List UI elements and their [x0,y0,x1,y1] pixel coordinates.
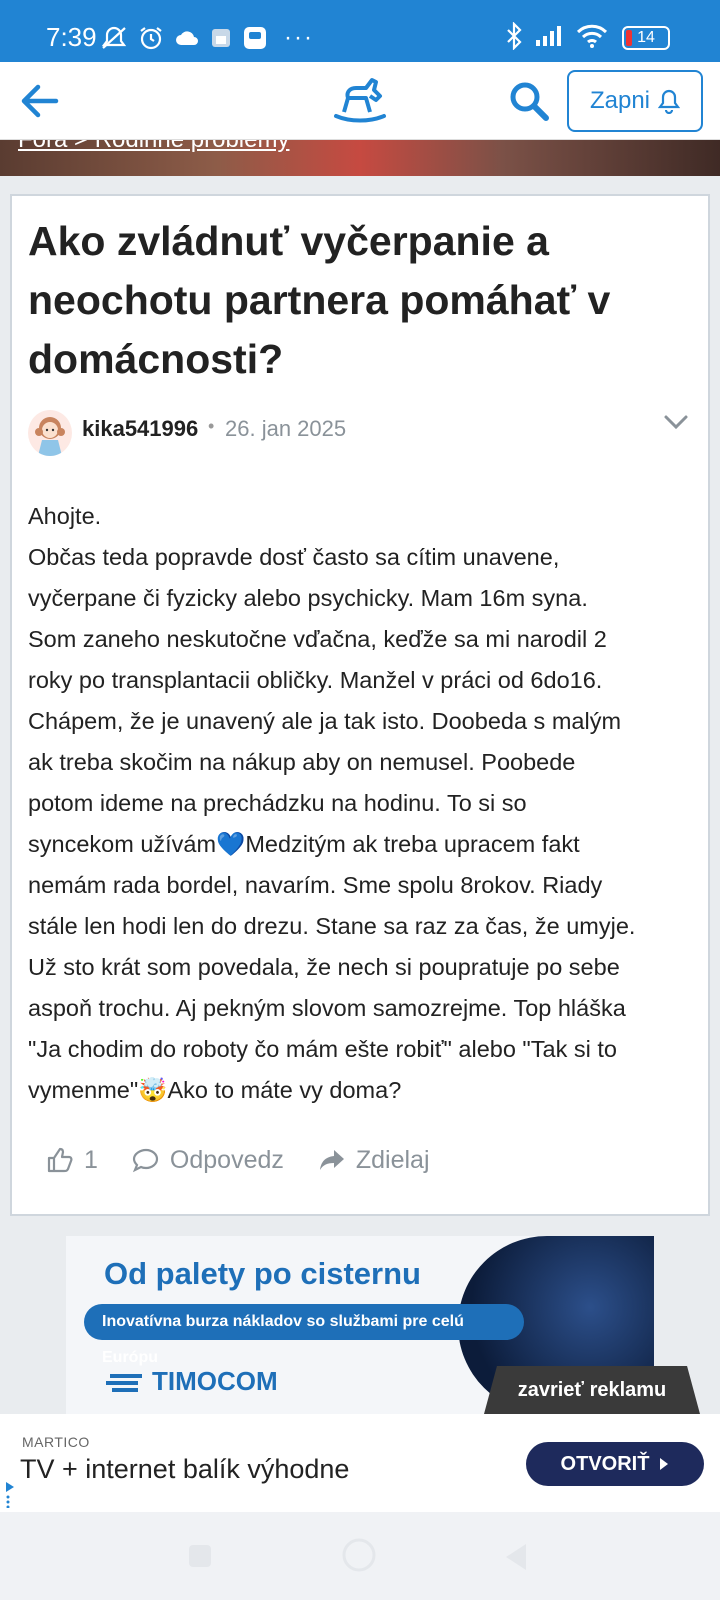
close-ad-button[interactable]: zavrieť reklamu [484,1366,700,1414]
wifi-icon [576,24,608,48]
share-label: Zdielaj [355,1145,430,1174]
signal-icon [536,26,561,46]
bottom-ad[interactable]: MARTICO TV + internet balík výhodne OTVO… [0,1414,720,1512]
app-header: Zapni [0,62,720,140]
status-time: 7:39 [46,22,97,52]
chevron-down-icon[interactable] [662,410,690,434]
body-line: "Ja chodim do roboty čo mám ešte robiť" … [28,1036,617,1062]
share-button[interactable]: Zdielaj [318,1146,430,1175]
body-line: nemám rada bordel, navarím. Sme spolu 8r… [28,872,603,898]
cloud-icon [176,31,198,45]
more-icon: ··· [284,24,314,51]
battery-icon: 14 [622,26,670,50]
body-line: Ahojte. [28,503,102,529]
search-icon[interactable] [508,80,550,122]
ad-brand: TIMOCOM [104,1366,278,1397]
thumbs-up-icon [47,1147,73,1173]
bottom-ad-text: TV + internet balík výhodne [20,1454,350,1484]
body-line: Som zaneho neskutočne vďačna, keďže sa m… [28,626,607,652]
play-arrow-icon [660,1458,669,1470]
hero-banner: Fóra > Rodinné problémy [0,140,720,176]
notify-label: Zapni [589,87,651,114]
post-actions: 1 Odpovedz Zdielaj [46,1140,464,1180]
bottom-ad-brand: MARTICO [22,1434,90,1450]
open-ad-button[interactable]: OTVORIŤ [526,1442,704,1486]
body-line: roky po transplantacii obličky. Manžel v… [28,667,603,693]
ad-brand-name: TIMOCOM [152,1366,278,1396]
like-button[interactable]: 1 [46,1146,98,1175]
gallery-icon [212,29,230,47]
like-count: 1 [84,1145,98,1174]
body-line: vyčerpane či fyzicky alebo psychicky. Ma… [28,585,588,611]
notify-button[interactable]: Zapni [567,70,703,132]
body-line: Občas teda popravde dosť často sa cítim … [28,544,560,570]
author-name[interactable]: kika541996 [82,416,198,442]
comment-icon [132,1148,159,1173]
body-line: ak treba skočim na nákup aby on nemusel.… [28,749,576,775]
body-line: Už sto krát som povedala, že nech si pou… [28,954,620,980]
avatar[interactable] [28,410,72,456]
post-body: Ahojte. Občas teda popravde dosť často s… [28,496,694,1111]
meta-separator: • [208,416,215,436]
bell-icon [658,89,681,114]
adchoices-icon[interactable] [4,1480,16,1508]
ad-subline: Inovatívna burza nákladov so službami pr… [84,1304,524,1366]
app-plus-icon [244,27,266,49]
bluetooth-icon [507,22,522,50]
home-icon[interactable] [340,1536,378,1574]
reply-button[interactable]: Odpovedz [132,1146,284,1175]
back-nav-icon[interactable] [502,1542,530,1572]
body-line: stále len hodi len do drezu. Stane sa ra… [28,913,636,939]
body-line: Chápem, že je unavený ale ja tak isto. D… [28,708,622,734]
open-ad-label: OTVORIŤ [560,1452,650,1475]
share-icon [319,1150,344,1170]
rocking-horse-logo-icon[interactable] [332,74,388,124]
body-line: vymenme"🤯Ako to máte vy doma? [28,1077,402,1103]
post-title: Ako zvládnuť vyčerpanie a neochotu partn… [28,218,611,382]
post-card: Ako zvládnuť vyčerpanie a neochotu partn… [10,194,710,1216]
body-line: syncekom užívám💙Medzitým ak treba uprace… [28,831,580,857]
timocom-logo-icon [106,1373,142,1392]
alarm-icon [140,27,162,50]
body-line: potom ideme na prechádzku na hodinu. To … [28,790,527,816]
back-arrow-icon[interactable] [16,78,62,124]
battery-level: 14 [637,29,655,46]
breadcrumb[interactable]: Fóra > Rodinné problémy [18,140,289,154]
reply-label: Odpovedz [169,1145,284,1174]
status-bar: 7:39 ··· 14 [0,0,720,62]
recents-icon[interactable] [186,1542,214,1570]
mute-icon [101,26,127,49]
body-line: aspoň trochu. Aj pekným slovom samozrejm… [28,995,626,1021]
ad-headline: Od palety po cisternu [104,1256,421,1291]
system-nav-bar [0,1512,720,1600]
post-date: 26. jan 2025 [225,416,347,441]
girl-avatar-icon [35,417,65,456]
